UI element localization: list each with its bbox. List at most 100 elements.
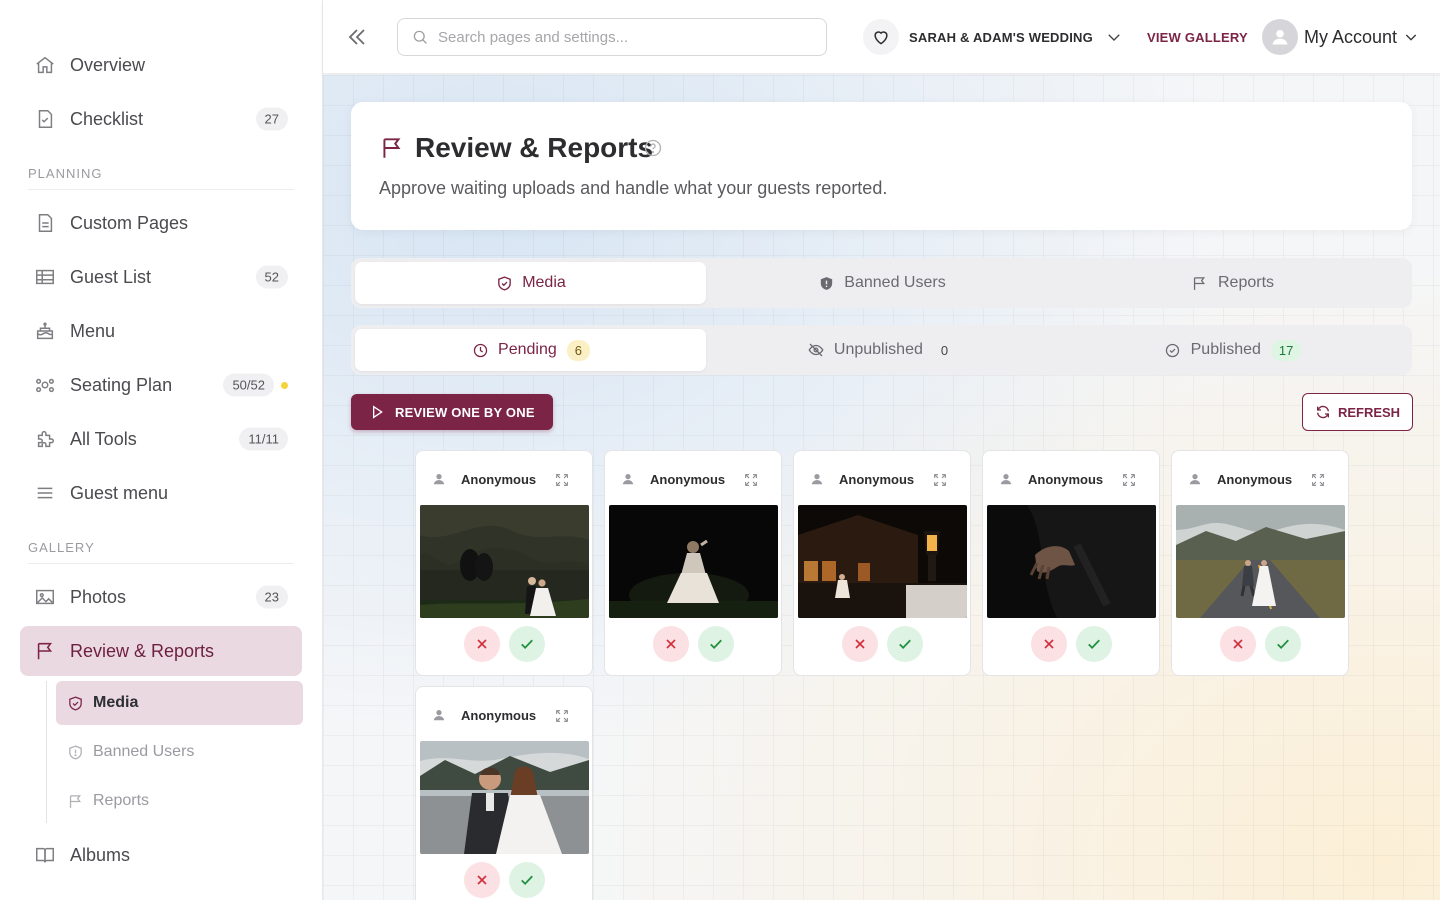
reject-button[interactable]: [653, 626, 689, 662]
card-header: Anonymous: [416, 451, 592, 505]
sidebar-item-all-tools[interactable]: All Tools 11/11: [20, 412, 302, 466]
media-photo[interactable]: [420, 741, 589, 854]
tab-published[interactable]: Published 17: [1057, 329, 1408, 371]
sidebar-item-label: Guest List: [70, 266, 152, 287]
sidebar-item-custom-pages[interactable]: Custom Pages: [20, 196, 302, 250]
expand-icon[interactable]: [554, 472, 570, 488]
card-header: Anonymous: [605, 451, 781, 505]
tab-banned-users[interactable]: Banned Users: [706, 262, 1057, 304]
expand-icon[interactable]: [1121, 472, 1137, 488]
media-photo[interactable]: [1176, 505, 1345, 618]
media-card: Anonymous: [415, 686, 593, 900]
checklist-icon: [34, 108, 56, 130]
search-box[interactable]: [397, 18, 827, 56]
reject-button[interactable]: [1220, 626, 1256, 662]
count-badge: 23: [255, 585, 288, 609]
sidebar-item-albums[interactable]: Albums: [20, 828, 302, 882]
button-label: REFRESH: [1337, 404, 1401, 420]
tab-label: Reports: [1217, 274, 1275, 291]
count-badge: 17: [1270, 339, 1302, 361]
check-circle-icon: [1164, 341, 1182, 359]
sidebar-item-photos[interactable]: Photos 23: [20, 570, 302, 624]
sidebar-subitem-reports[interactable]: Reports: [56, 779, 303, 823]
sidebar-item-seating-plan[interactable]: Seating Plan 50/52: [20, 358, 302, 412]
sidebar-item-label: Overview: [70, 54, 146, 75]
count-badge: 50/52: [223, 373, 274, 397]
user-icon: [432, 472, 446, 486]
chevron-down-icon: [1403, 29, 1419, 45]
sidebar-submenu: Media Banned Users Reports: [46, 681, 322, 823]
sidebar-item-review-reports[interactable]: Review & Reports: [20, 626, 302, 676]
media-card: Anonymous: [604, 450, 782, 676]
approve-button[interactable]: [509, 626, 545, 662]
tab-reports[interactable]: Reports: [1057, 262, 1408, 304]
tab-media[interactable]: Media: [355, 262, 706, 304]
tab-unpublished[interactable]: Unpublished 0: [706, 329, 1057, 371]
media-photo[interactable]: [798, 505, 967, 618]
hamburger-icon: [34, 482, 56, 504]
expand-icon[interactable]: [932, 472, 948, 488]
reject-button[interactable]: [464, 626, 500, 662]
media-photo[interactable]: [987, 505, 1156, 618]
sidebar-item-overview[interactable]: Overview: [20, 38, 302, 92]
sidebar-item-guest-list[interactable]: Guest List 52: [20, 250, 302, 304]
count-badge: 11/11: [239, 427, 288, 451]
review-one-by-one-button[interactable]: REVIEW ONE BY ONE: [351, 394, 553, 430]
view-gallery-link[interactable]: VIEW GALLERY: [1147, 30, 1248, 45]
user-icon: [999, 472, 1013, 486]
expand-icon[interactable]: [1310, 472, 1326, 488]
section-gallery: GALLERY: [28, 534, 294, 564]
media-card: Anonymous: [415, 450, 593, 676]
user-icon: [1188, 472, 1202, 486]
approve-button[interactable]: [698, 626, 734, 662]
image-icon: [34, 586, 56, 608]
cake-icon: [34, 320, 56, 342]
reject-button[interactable]: [842, 626, 878, 662]
sidebar-item-label: Checklist: [70, 108, 144, 129]
expand-icon[interactable]: [554, 708, 570, 724]
media-photo[interactable]: [609, 505, 778, 618]
sidebar-item-menu[interactable]: Menu: [20, 304, 302, 358]
help-icon[interactable]: [643, 138, 663, 158]
approve-button[interactable]: [1076, 626, 1112, 662]
search-input[interactable]: [438, 28, 818, 46]
event-switcher[interactable]: SARAH & ADAM'S WEDDING: [863, 19, 1123, 55]
account-menu[interactable]: My Account: [1262, 18, 1419, 56]
tab-label: Media: [522, 274, 566, 291]
book-icon: [34, 844, 56, 866]
uploader-name: Anonymous: [1217, 472, 1293, 487]
reject-button[interactable]: [464, 862, 500, 898]
tab-pending[interactable]: Pending 6: [355, 329, 706, 371]
uploader-name: Anonymous: [1028, 472, 1104, 487]
status-tabs: Pending 6 Unpublished 0 Published 17: [351, 325, 1412, 375]
sidebar-item-guest-menu[interactable]: Guest menu: [20, 466, 302, 520]
approve-button[interactable]: [509, 862, 545, 898]
sidebar-item-checklist[interactable]: Checklist 27: [20, 92, 302, 146]
sidebar-item-label: Seating Plan: [70, 374, 173, 395]
button-label: REVIEW ONE BY ONE: [395, 404, 535, 420]
refresh-button[interactable]: REFRESH: [1302, 393, 1413, 431]
approve-button[interactable]: [887, 626, 923, 662]
media-photo[interactable]: [420, 505, 589, 618]
user-icon: [810, 472, 824, 486]
reject-button[interactable]: [1031, 626, 1067, 662]
collapse-sidebar-icon[interactable]: [345, 24, 369, 50]
review-tabs: Media Banned Users Reports: [351, 258, 1412, 308]
count-badge: 52: [255, 265, 288, 289]
sidebar-subitem-banned-users[interactable]: Banned Users: [56, 730, 303, 774]
sidebar-item-label: Guest menu: [70, 482, 169, 503]
heart-icon: [863, 19, 899, 55]
home-icon: [34, 54, 56, 76]
sidebar-item-label: Photos: [70, 586, 127, 607]
uploader-name: Anonymous: [461, 708, 537, 723]
page-icon: [34, 212, 56, 234]
expand-icon[interactable]: [743, 472, 759, 488]
approve-button[interactable]: [1265, 626, 1301, 662]
people-group-icon: [34, 374, 56, 396]
topbar: SARAH & ADAM'S WEDDING VIEW GALLERY My A…: [323, 0, 1440, 74]
tab-label: Banned Users: [844, 274, 946, 291]
sidebar-subitem-label: Banned Users: [93, 743, 195, 760]
card-header: Anonymous: [416, 687, 592, 741]
sidebar-subitem-media[interactable]: Media: [56, 681, 303, 725]
flag-icon: [379, 135, 405, 161]
